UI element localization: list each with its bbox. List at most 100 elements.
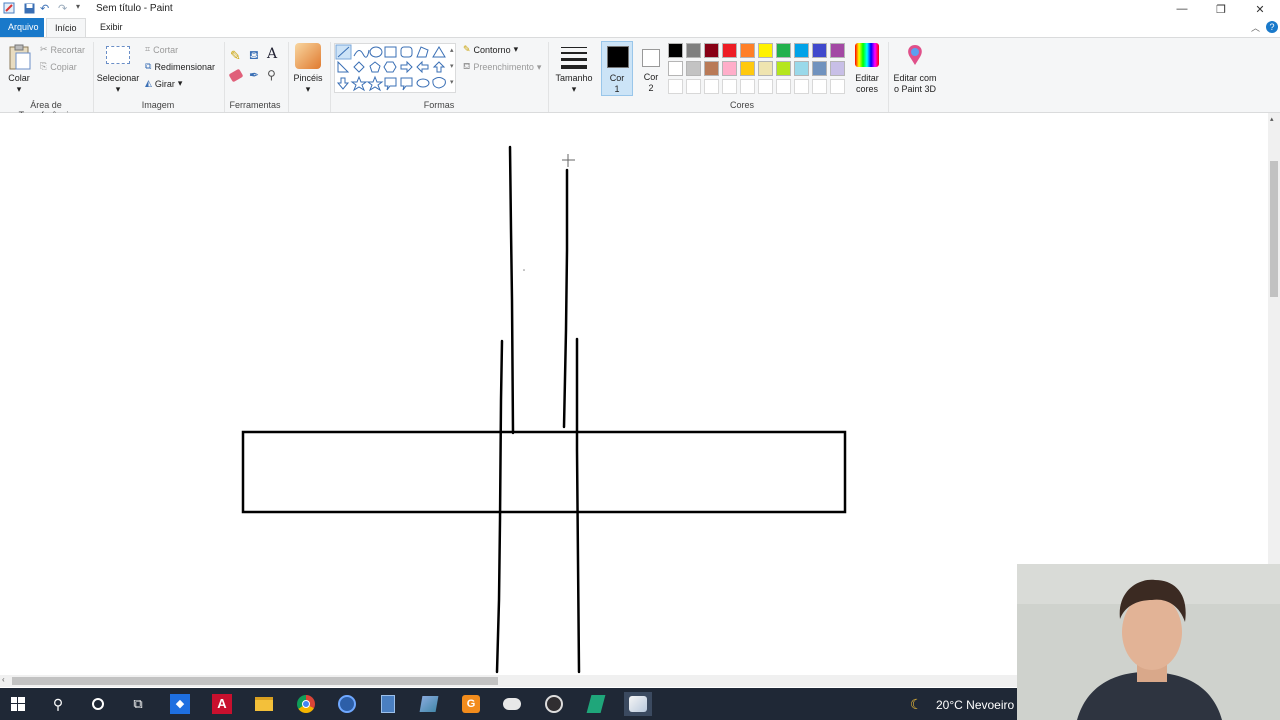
color-picker-icon[interactable]: ✒ [249, 68, 259, 82]
palette-color-swatch[interactable] [722, 43, 737, 58]
collapse-ribbon-icon[interactable]: ︿ [1251, 21, 1260, 34]
text-tool-icon[interactable]: A [267, 46, 277, 62]
chrome-icon[interactable] [294, 692, 318, 716]
palette-color-swatch[interactable] [704, 43, 719, 58]
palette-color-swatch[interactable] [686, 43, 701, 58]
copy-button[interactable]: ⎘ Copiar [40, 61, 77, 72]
app-cloud-icon[interactable] [500, 692, 524, 716]
shapes-scroll-down-icon[interactable]: ▾ [450, 62, 454, 70]
app-orange-icon[interactable]: G [459, 692, 483, 716]
tab-home[interactable]: Início [46, 18, 86, 37]
magnifier-icon[interactable]: ⚲ [267, 68, 276, 82]
palette-color-swatch[interactable] [740, 61, 755, 76]
search-icon[interactable]: ⚲ [46, 692, 70, 716]
scroll-up-icon[interactable]: ▴ [1270, 115, 1274, 123]
vertical-scroll-thumb[interactable] [1270, 161, 1278, 297]
palette-color-swatch[interactable] [776, 61, 791, 76]
paint-app-icon[interactable] [3, 2, 15, 14]
select-button[interactable]: Selecionar ▾ [96, 73, 140, 95]
fill-bucket-icon[interactable]: ⛾ [249, 48, 259, 64]
palette-color-swatch[interactable] [758, 61, 773, 76]
color1-button[interactable]: Cor 1 [601, 41, 633, 96]
palette-custom-slot[interactable] [758, 79, 773, 94]
select-icon[interactable] [106, 46, 130, 64]
palette-color-swatch[interactable] [830, 43, 845, 58]
calculator-icon[interactable] [376, 692, 400, 716]
tab-file[interactable]: Arquivo [0, 18, 44, 37]
minimize-button[interactable]: — [1162, 0, 1202, 18]
undo-icon[interactable]: ↶ [40, 2, 49, 15]
app-tile-icon[interactable] [417, 692, 441, 716]
palette-custom-slot[interactable] [794, 79, 809, 94]
cut-button[interactable]: ✂ Recortar [40, 44, 85, 55]
scroll-left-icon[interactable]: ‹ [2, 675, 5, 684]
palette-custom-slot[interactable] [668, 79, 683, 94]
brushes-button[interactable]: Pincéis ▾ [290, 73, 326, 95]
palette-color-swatch[interactable] [686, 61, 701, 76]
paste-icon[interactable] [6, 43, 32, 71]
palette-color-swatch[interactable] [776, 43, 791, 58]
size-button[interactable]: Tamanho ▾ [552, 73, 596, 95]
shapes-scroll-up-icon[interactable]: ▴ [450, 46, 454, 54]
palette-color-swatch[interactable] [668, 43, 683, 58]
palette-color-swatch[interactable] [704, 61, 719, 76]
horizontal-scroll-thumb[interactable] [12, 677, 498, 685]
palette-color-swatch[interactable] [794, 61, 809, 76]
paint-icon[interactable] [624, 692, 652, 716]
eraser-icon[interactable] [228, 68, 244, 83]
fill-button[interactable]: ⛾ Preenchimento ▾ [463, 61, 541, 73]
save-icon[interactable] [24, 3, 35, 16]
rotate-button[interactable]: ◭ Girar ▾ [145, 78, 182, 89]
autocad-icon[interactable]: A [210, 692, 234, 716]
color2-button[interactable]: Cor 2 [635, 41, 667, 96]
size-icon[interactable] [561, 45, 587, 69]
obs-icon[interactable] [542, 692, 566, 716]
weather-text[interactable]: 20°C Nevoeiro [936, 698, 1014, 712]
palette-custom-slot[interactable] [812, 79, 827, 94]
edit-colors-button[interactable]: Editar cores [848, 73, 886, 95]
shapes-gallery[interactable] [334, 43, 456, 93]
palette-color-swatch[interactable] [740, 43, 755, 58]
palette-color-swatch[interactable] [668, 61, 683, 76]
palette-color-swatch[interactable] [812, 43, 827, 58]
tab-view[interactable]: Exibir [92, 18, 131, 37]
palette-color-swatch[interactable] [830, 61, 845, 76]
shapes-more-icon[interactable]: ▾ [450, 78, 454, 86]
crop-button[interactable]: ⌗ Cortar [145, 44, 178, 55]
palette-custom-slot[interactable] [830, 79, 845, 94]
help-icon[interactable]: ? [1266, 21, 1278, 33]
palette-color-swatch[interactable] [812, 61, 827, 76]
dropbox-icon[interactable]: ◆ [168, 692, 192, 716]
app-blue-icon[interactable] [335, 692, 359, 716]
palette-custom-slot[interactable] [740, 79, 755, 94]
resize-label: Redimensionar [154, 61, 215, 72]
task-view-icon[interactable]: ⧉ [126, 692, 150, 716]
palette-custom-slot[interactable] [704, 79, 719, 94]
paint3d-icon[interactable] [904, 43, 926, 67]
pencil-icon[interactable]: ✎ [230, 48, 241, 64]
outline-button[interactable]: ✎ Contorno ▾ [463, 44, 518, 55]
divider [330, 42, 331, 112]
redo-icon[interactable]: ↷ [58, 2, 67, 15]
paint3d-button[interactable]: Editar com o Paint 3D [890, 73, 940, 95]
rainbow-edit-colors-icon[interactable] [855, 43, 879, 67]
palette-color-swatch[interactable] [722, 61, 737, 76]
resize-button[interactable]: ⧉ Redimensionar [145, 61, 215, 72]
palette-custom-slot[interactable] [722, 79, 737, 94]
color1-label: Cor 1 [602, 73, 632, 95]
restore-button[interactable]: ❐ [1201, 0, 1241, 18]
fill-dropdown-icon: ▾ [536, 61, 542, 72]
palette-color-swatch[interactable] [794, 43, 809, 58]
palette-color-swatch[interactable] [758, 43, 773, 58]
palette-custom-slot[interactable] [776, 79, 791, 94]
brushes-icon[interactable] [295, 43, 321, 69]
cortana-icon[interactable] [86, 692, 110, 716]
palette-custom-slot[interactable] [686, 79, 701, 94]
rotate-label: Girar [154, 78, 175, 89]
paste-button[interactable]: Colar ▾ [4, 73, 34, 95]
quick-access-dropdown-icon[interactable]: ▾ [76, 2, 80, 11]
file-explorer-icon[interactable] [252, 692, 276, 716]
close-button[interactable]: ✕ [1240, 0, 1280, 18]
app-green-icon[interactable] [584, 692, 608, 716]
windows-start-icon[interactable] [6, 692, 30, 716]
